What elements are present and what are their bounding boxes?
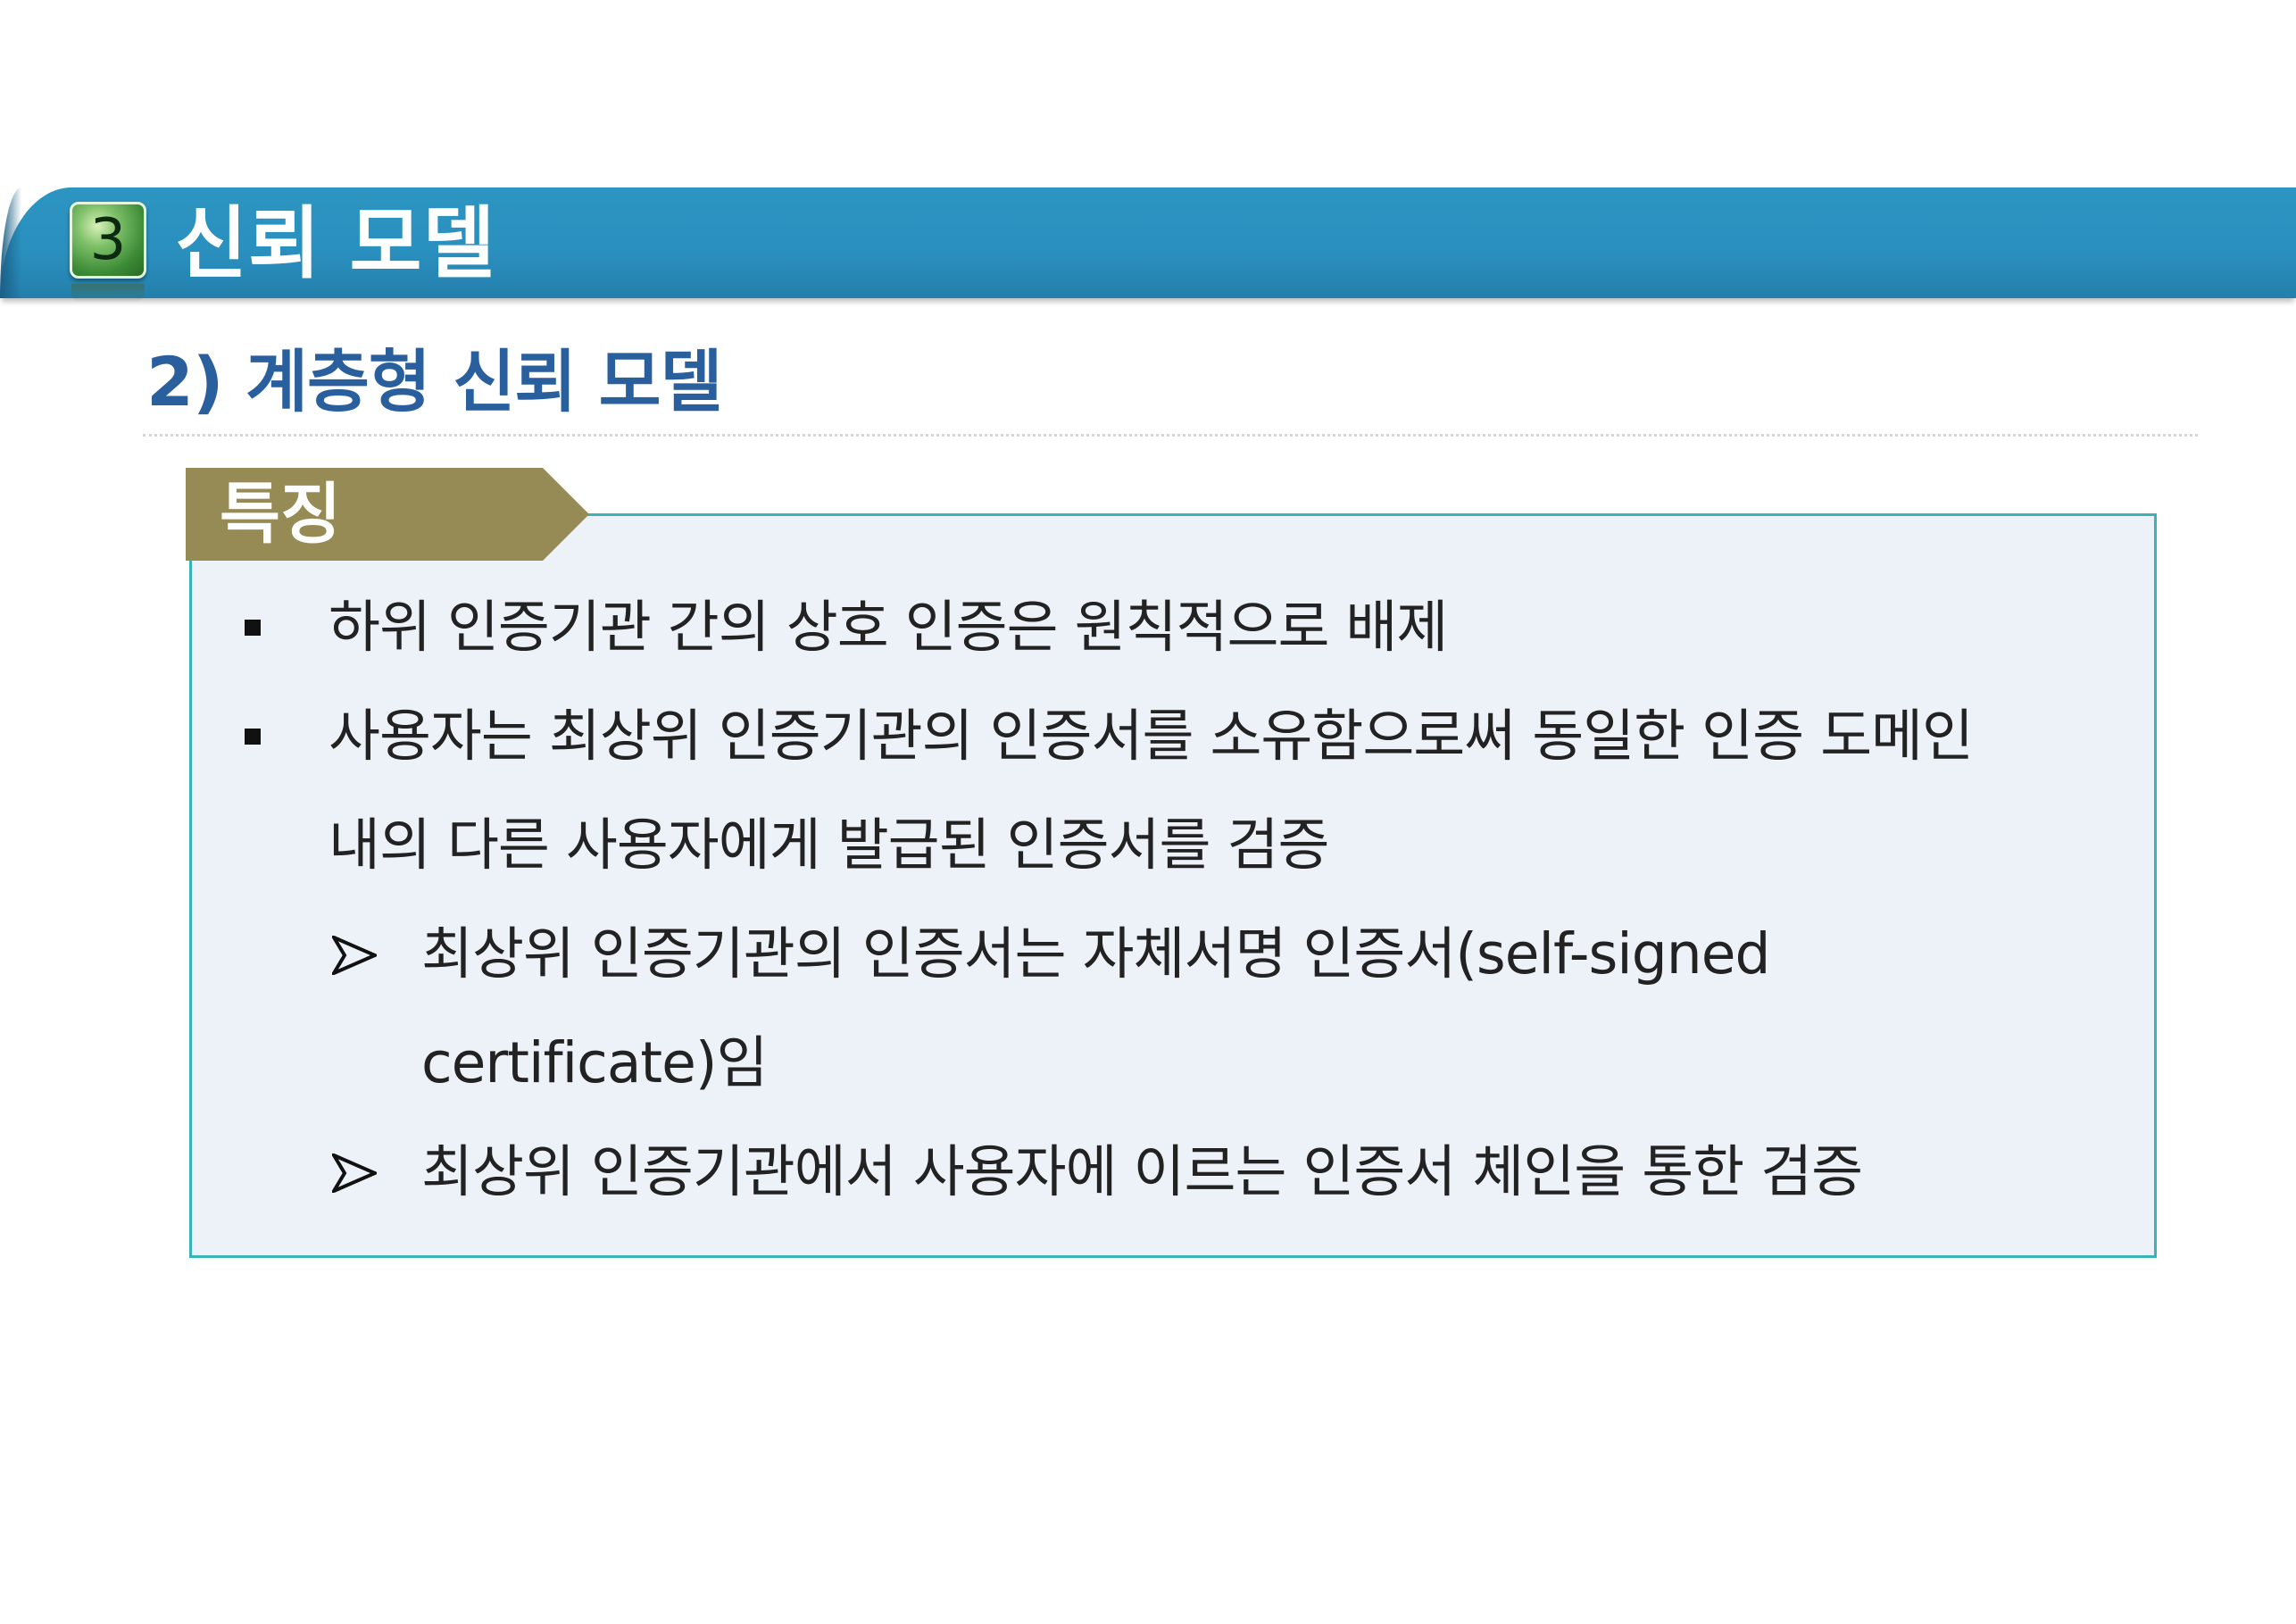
list-item-3-line-1: 최상위 인증기관의 인증서는 자체서명 인증서(self-signed bbox=[421, 921, 1770, 987]
badge-reflection bbox=[71, 284, 145, 302]
section-tab: 특징 bbox=[186, 468, 589, 561]
subtitle: 2) 계층형 신뢰 모델 bbox=[146, 342, 722, 421]
list-item-4-line-1: 최상위 인증기관에서 사용자에 이르는 인증서 체인을 통한 검증 bbox=[421, 1139, 1863, 1204]
list-item-3-line-2: certificate)임 bbox=[421, 1030, 768, 1095]
list-item-1-line-1: 하위 인증기관 간의 상호 인증은 원칙적으로 배제 bbox=[329, 595, 1448, 660]
list-item-2-line-1: 사용자는 최상위 인증기관의 인증서를 소유함으로써 동일한 인증 도메인 bbox=[329, 704, 1974, 769]
section-number: 3 bbox=[89, 207, 127, 273]
square-bullet-icon bbox=[245, 620, 261, 636]
page-title: 신뢰 모델 bbox=[175, 197, 496, 289]
tab-label: 특징 bbox=[220, 476, 342, 553]
list-item-2-line-2: 내의 다른 사용자에게 발급된 인증서를 검증 bbox=[329, 812, 1329, 878]
divider bbox=[143, 434, 2198, 437]
square-bullet-icon bbox=[245, 729, 261, 745]
arrow-bullet-icon bbox=[332, 1153, 377, 1193]
section-number-badge: 3 bbox=[70, 202, 146, 279]
arrow-bullet-icon bbox=[332, 936, 377, 975]
